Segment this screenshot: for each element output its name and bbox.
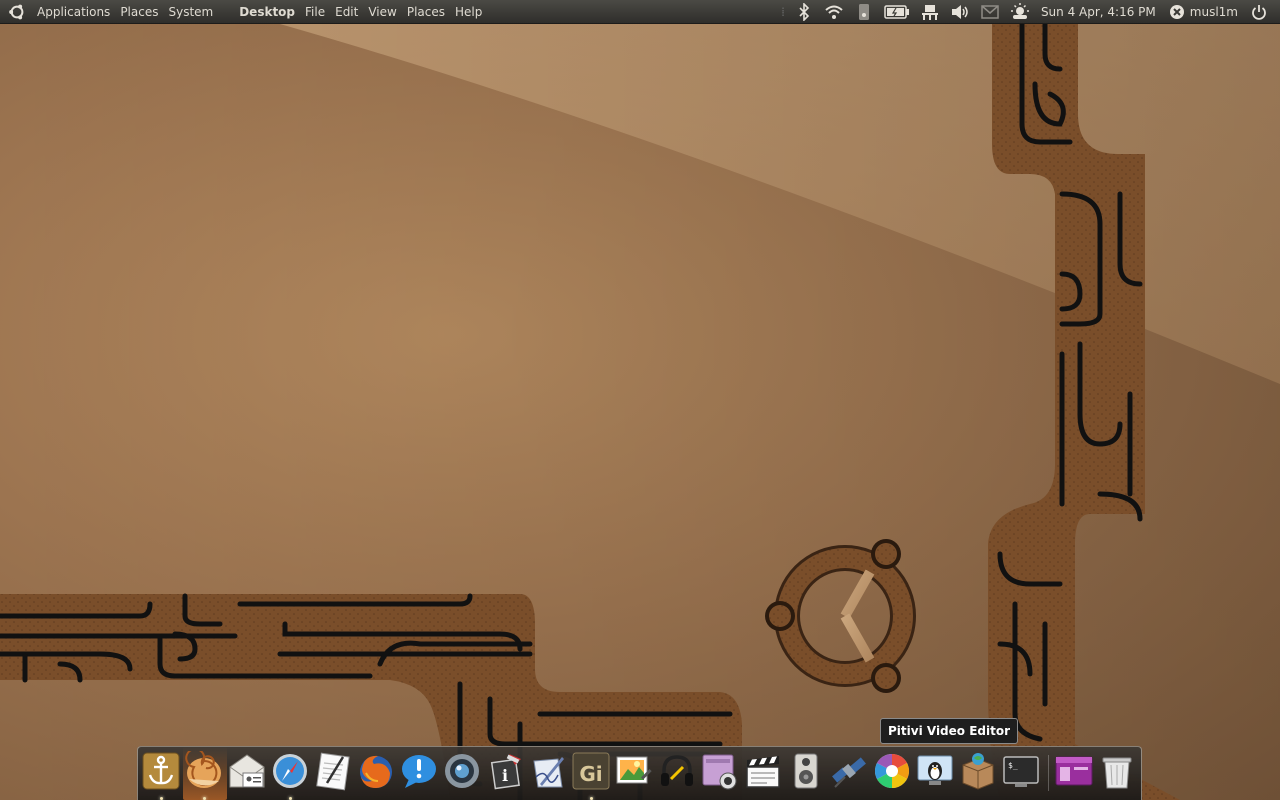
screenshot-icon[interactable] bbox=[700, 751, 740, 791]
terminal-icon[interactable]: $_ bbox=[1001, 751, 1041, 791]
system-tray: ⁞ Sun 4 Apr, 4:16 PM musl1m bbox=[781, 0, 1280, 24]
color-wheel-icon[interactable] bbox=[872, 751, 912, 791]
dock-tooltip: Pitivi Video Editor bbox=[880, 718, 1019, 744]
menu-help[interactable]: Help bbox=[450, 0, 487, 24]
penguin-monitor-icon[interactable] bbox=[915, 751, 955, 791]
desktop-wallpaper[interactable] bbox=[0, 24, 1280, 800]
menu-places[interactable]: Places bbox=[115, 0, 163, 24]
menu-edit[interactable]: Edit bbox=[330, 0, 363, 24]
svg-text:i: i bbox=[502, 766, 508, 785]
pen-paper-icon[interactable] bbox=[528, 751, 568, 791]
headphones-icon[interactable] bbox=[657, 751, 697, 791]
ubuntu-menu-icon[interactable] bbox=[8, 3, 26, 21]
firefox-icon[interactable] bbox=[356, 751, 396, 791]
network-icon[interactable] bbox=[919, 3, 941, 21]
nautilus-shell-icon[interactable] bbox=[184, 751, 224, 791]
dock-separator bbox=[1048, 755, 1049, 791]
menu-applications[interactable]: Applications bbox=[32, 0, 115, 24]
username[interactable]: musl1m bbox=[1190, 5, 1244, 19]
volume-icon[interactable] bbox=[949, 3, 971, 21]
window-manager-icon[interactable] bbox=[1054, 751, 1094, 791]
gimp-gi-icon[interactable]: Gi bbox=[571, 751, 611, 791]
notification-bubble-icon[interactable] bbox=[399, 751, 439, 791]
wallpaper-art bbox=[0, 24, 1280, 800]
safari-compass-icon[interactable] bbox=[270, 751, 310, 791]
mail-icon[interactable] bbox=[979, 3, 1001, 21]
package-box-icon[interactable] bbox=[958, 751, 998, 791]
info-tool-icon[interactable]: i bbox=[485, 751, 525, 791]
svg-text:Gi: Gi bbox=[579, 762, 602, 786]
app-name-desktop[interactable]: Desktop bbox=[234, 0, 300, 24]
top-panel: Applications Places System Desktop File … bbox=[0, 0, 1280, 24]
image-viewer-icon[interactable] bbox=[614, 751, 654, 791]
user-status-icon[interactable] bbox=[1166, 3, 1188, 21]
trash-icon[interactable] bbox=[1097, 751, 1137, 791]
satellite-icon[interactable] bbox=[829, 751, 869, 791]
svg-text:$_: $_ bbox=[1008, 761, 1018, 770]
text-editor-icon[interactable] bbox=[313, 751, 353, 791]
tray-handle-icon: ⁞ bbox=[781, 4, 785, 19]
wifi-icon[interactable] bbox=[823, 3, 845, 21]
power-icon[interactable] bbox=[1248, 3, 1270, 21]
speaker-icon[interactable] bbox=[786, 751, 826, 791]
clock[interactable]: Sun 4 Apr, 4:16 PM bbox=[1035, 5, 1162, 19]
menu-file[interactable]: File bbox=[300, 0, 330, 24]
drive-icon[interactable] bbox=[853, 3, 875, 21]
dock: i Gi $_ bbox=[137, 746, 1142, 800]
menu-system[interactable]: System bbox=[163, 0, 218, 24]
mail-contacts-icon[interactable] bbox=[227, 751, 267, 791]
menu-places-app[interactable]: Places bbox=[402, 0, 450, 24]
camera-lens-icon[interactable] bbox=[442, 751, 482, 791]
weather-icon[interactable] bbox=[1009, 2, 1031, 21]
bluetooth-icon[interactable] bbox=[793, 2, 815, 21]
menu-view[interactable]: View bbox=[363, 0, 401, 24]
main-menu: Applications Places System Desktop File … bbox=[32, 0, 487, 24]
clapperboard-icon[interactable] bbox=[743, 751, 783, 791]
anchor-icon[interactable] bbox=[141, 751, 181, 791]
battery-icon[interactable] bbox=[883, 3, 911, 21]
